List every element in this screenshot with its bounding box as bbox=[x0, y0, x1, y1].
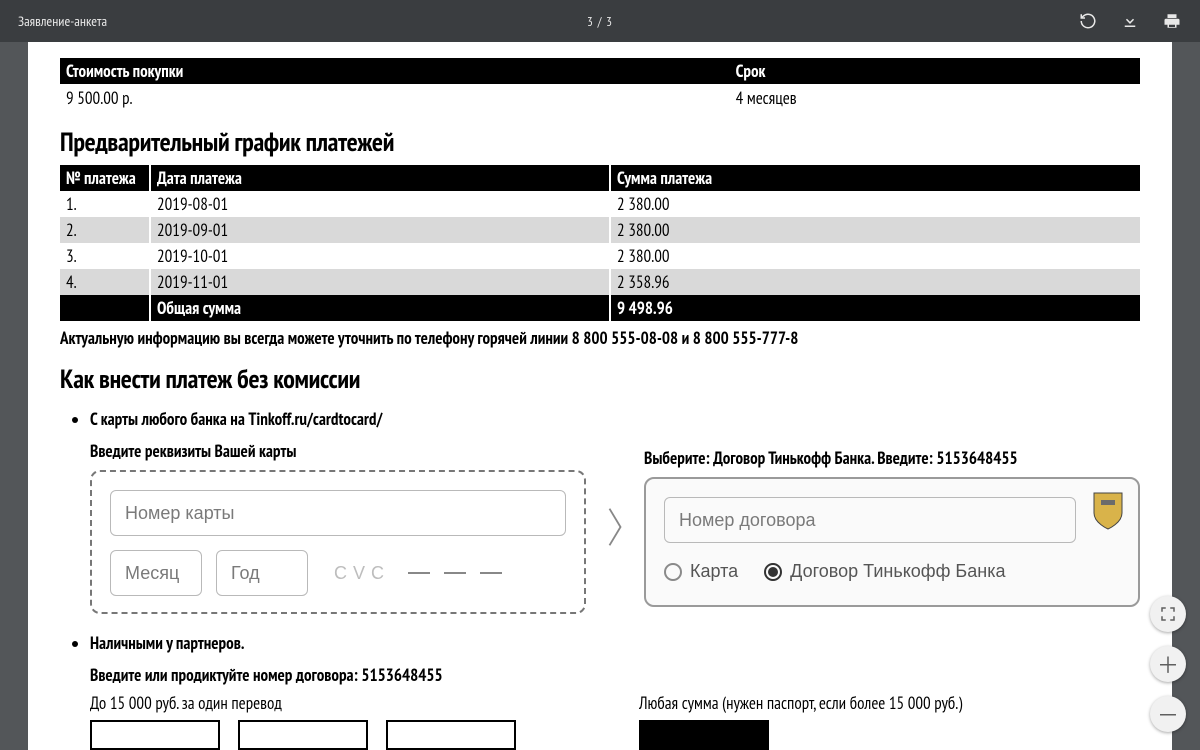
contract-number-field: Номер договора bbox=[664, 497, 1076, 543]
howto-heading: Как внести платеж без комиссии bbox=[60, 363, 1140, 396]
partner-logo bbox=[386, 720, 516, 750]
cell-date: 2019-08-01 bbox=[150, 191, 610, 217]
table-row: 3.2019-10-012 380.00 bbox=[60, 243, 1140, 269]
month-field: Месяц bbox=[110, 550, 202, 596]
col-sum: Сумма платежа bbox=[610, 165, 1140, 191]
source-card-box: Номер карты Месяц Год CVC bbox=[90, 470, 586, 614]
cell-sum: 2 358.96 bbox=[610, 269, 1140, 295]
toolbar-actions bbox=[1078, 11, 1182, 31]
cell-num: 1. bbox=[60, 191, 150, 217]
cash-subtitle: Введите или продиктуйте номер договора: … bbox=[90, 664, 1140, 686]
cvc-label: CVC bbox=[322, 563, 394, 584]
pay-option-card-label: С карты любого банка на Tinkoff.ru/cardt… bbox=[90, 408, 382, 430]
cell-date: 2019-11-01 bbox=[150, 269, 610, 295]
pdf-viewport[interactable]: Стоимость покупки Срок 9 500.00 р. 4 мес… bbox=[0, 42, 1200, 750]
zoom-in-button[interactable]: ＋ bbox=[1150, 646, 1186, 682]
term-value: 4 месяцев bbox=[730, 84, 1140, 112]
download-icon[interactable] bbox=[1120, 11, 1140, 31]
print-icon[interactable] bbox=[1162, 11, 1182, 31]
cell-date: 2019-09-01 bbox=[150, 217, 610, 243]
partner-logos-right bbox=[639, 720, 1140, 750]
pay-option-card: С карты любого банка на Tinkoff.ru/cardt… bbox=[90, 408, 1140, 614]
cell-date: 2019-10-01 bbox=[150, 243, 610, 269]
table-row: 1.2019-08-012 380.00 bbox=[60, 191, 1140, 217]
cardtocard-illustration: Введите реквизиты Вашей карты Номер карт… bbox=[90, 440, 1140, 614]
document-page: Стоимость покупки Срок 9 500.00 р. 4 мес… bbox=[28, 42, 1172, 750]
zoom-out-button[interactable]: － bbox=[1150, 696, 1186, 732]
left-card-caption: Введите реквизиты Вашей карты bbox=[90, 440, 586, 462]
cash-right-caption: Любая сумма (нужен паспорт, если более 1… bbox=[639, 692, 1140, 714]
page-indicator: 3 / 3 bbox=[587, 13, 613, 30]
radio-card: Карта bbox=[664, 561, 738, 582]
table-row: 4.2019-11-012 358.96 bbox=[60, 269, 1140, 295]
fit-page-button[interactable] bbox=[1150, 596, 1186, 632]
pay-option-cash: Наличными у партнеров. Введите или проди… bbox=[90, 632, 1140, 750]
document-title: Заявление-анкета bbox=[18, 12, 107, 30]
cvc-placeholder bbox=[408, 572, 502, 574]
pay-option-cash-label: Наличными у партнеров. bbox=[90, 632, 244, 654]
radio-contract: Договор Тинькофф Банка bbox=[764, 561, 1005, 582]
partner-logos-left bbox=[90, 720, 591, 750]
card-number-field: Номер карты bbox=[110, 490, 566, 536]
pdf-toolbar: Заявление-анкета 3 / 3 bbox=[0, 0, 1200, 42]
cell-sum: 2 380.00 bbox=[610, 191, 1140, 217]
cell-num: 4. bbox=[60, 269, 150, 295]
radio-card-label: Карта bbox=[690, 561, 738, 582]
zoom-controls: ＋ － bbox=[1150, 596, 1186, 732]
radio-contract-label: Договор Тинькофф Банка bbox=[790, 561, 1005, 582]
cash-left-caption: До 15 000 руб. за один перевод bbox=[90, 692, 591, 714]
col-date: Дата платежа bbox=[150, 165, 610, 191]
cell-num: 3. bbox=[60, 243, 150, 269]
cell-num: 2. bbox=[60, 217, 150, 243]
partner-logo bbox=[238, 720, 368, 750]
tinkoff-shield-icon bbox=[1090, 491, 1126, 531]
partner-logo bbox=[90, 720, 220, 750]
cost-value: 9 500.00 р. bbox=[60, 84, 730, 112]
schedule-heading: Предварительный график платежей bbox=[60, 126, 1140, 159]
chevron-right-icon bbox=[600, 497, 630, 557]
hotline-note: Актуальную информацию вы всегда можете у… bbox=[60, 327, 1140, 349]
total-label: Общая сумма bbox=[150, 295, 610, 321]
table-row: 2.2019-09-012 380.00 bbox=[60, 217, 1140, 243]
cell-sum: 2 380.00 bbox=[610, 243, 1140, 269]
partner-logo bbox=[639, 720, 769, 750]
year-field: Год bbox=[216, 550, 308, 596]
col-term-header: Срок bbox=[730, 58, 1140, 84]
purchase-summary-table: Стоимость покупки Срок 9 500.00 р. 4 мес… bbox=[60, 58, 1140, 112]
target-contract-box: Номер договора Карта Договор Тинькофф Ба… bbox=[644, 477, 1140, 607]
payment-schedule-table: № платежа Дата платежа Сумма платежа 1.2… bbox=[60, 165, 1140, 321]
rotate-icon[interactable] bbox=[1078, 11, 1098, 31]
col-cost-header: Стоимость покупки bbox=[60, 58, 730, 84]
right-card-caption: Выберите: Договор Тинькофф Банка. Введит… bbox=[644, 447, 1140, 469]
cell-sum: 2 380.00 bbox=[610, 217, 1140, 243]
total-value: 9 498.96 bbox=[610, 295, 1140, 321]
col-num: № платежа bbox=[60, 165, 150, 191]
